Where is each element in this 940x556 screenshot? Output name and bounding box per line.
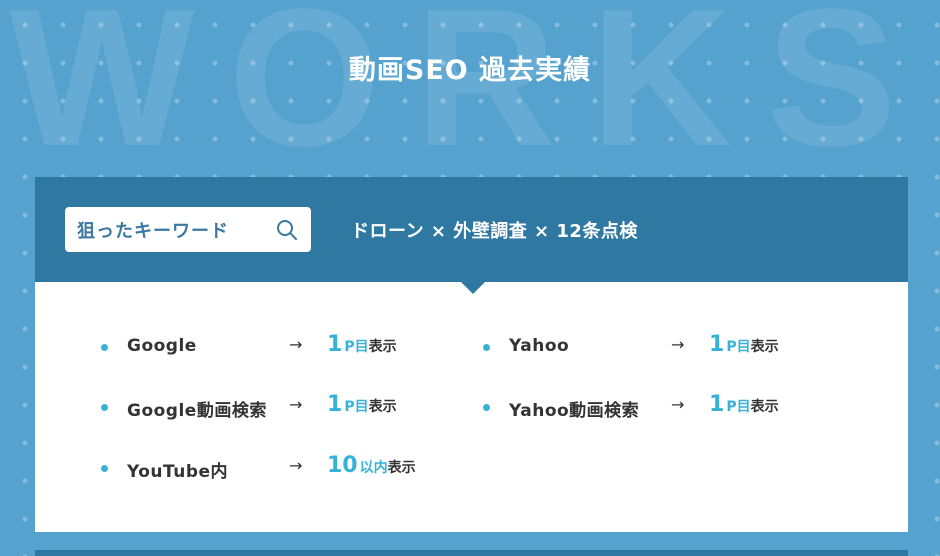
results-list: Google → 1 P目 表示 Yahoo → 1 P目 表示 Google動… — [35, 282, 908, 532]
bullet — [101, 344, 108, 351]
bullet — [483, 404, 490, 411]
keyword-label: 狙ったキーワード — [77, 220, 229, 242]
rank-value: 1 P目 表示 — [709, 332, 779, 357]
search-icon — [275, 218, 299, 242]
rank-unit: P目 — [344, 399, 369, 415]
engine-name: Google動画検索 — [127, 401, 267, 421]
next-card-edge — [35, 550, 908, 556]
rank-suffix: 表示 — [750, 399, 779, 415]
rank-unit: P目 — [344, 339, 369, 355]
rank-number: 1 — [709, 392, 725, 417]
engine-name: Google — [127, 336, 197, 356]
bullet — [101, 465, 108, 472]
engine-name: Yahoo動画検索 — [509, 401, 640, 421]
rank-number: 1 — [327, 392, 343, 417]
rank-suffix: 表示 — [750, 339, 779, 355]
keyword-header: 狙ったキーワード ドローン × 外壁調査 × 12条点検 — [35, 177, 908, 294]
keyword-text: ドローン × 外壁調査 × 12条点検 — [351, 220, 638, 242]
rank-number: 1 — [709, 332, 725, 357]
rank-value: 1 P目 表示 — [327, 332, 397, 357]
rank-suffix: 表示 — [368, 399, 397, 415]
rank-number: 10 — [327, 453, 358, 478]
rank-unit: P目 — [726, 399, 751, 415]
arrow-icon: → — [671, 395, 685, 414]
rank-unit: 以内 — [359, 460, 388, 476]
rank-value: 1 P目 表示 — [709, 392, 779, 417]
rank-value: 10 以内 表示 — [327, 453, 416, 478]
arrow-icon: → — [289, 456, 303, 475]
bullet — [483, 344, 490, 351]
keyword-label-box: 狙ったキーワード — [65, 207, 311, 252]
works-watermark: WORKS — [9, 0, 931, 187]
page-title: 動画SEO 過去実績 — [348, 55, 592, 86]
engine-name: Yahoo — [509, 336, 570, 356]
rank-unit: P目 — [726, 339, 751, 355]
engine-name: YouTube内 — [127, 462, 229, 482]
arrow-icon: → — [289, 335, 303, 354]
arrow-icon: → — [671, 335, 685, 354]
rank-suffix: 表示 — [368, 339, 397, 355]
results-card: 狙ったキーワード ドローン × 外壁調査 × 12条点検 Google → 1 … — [35, 177, 908, 532]
rank-value: 1 P目 表示 — [327, 392, 397, 417]
rank-number: 1 — [327, 332, 343, 357]
arrow-icon: → — [289, 395, 303, 414]
bullet — [101, 404, 108, 411]
rank-suffix: 表示 — [387, 460, 416, 476]
